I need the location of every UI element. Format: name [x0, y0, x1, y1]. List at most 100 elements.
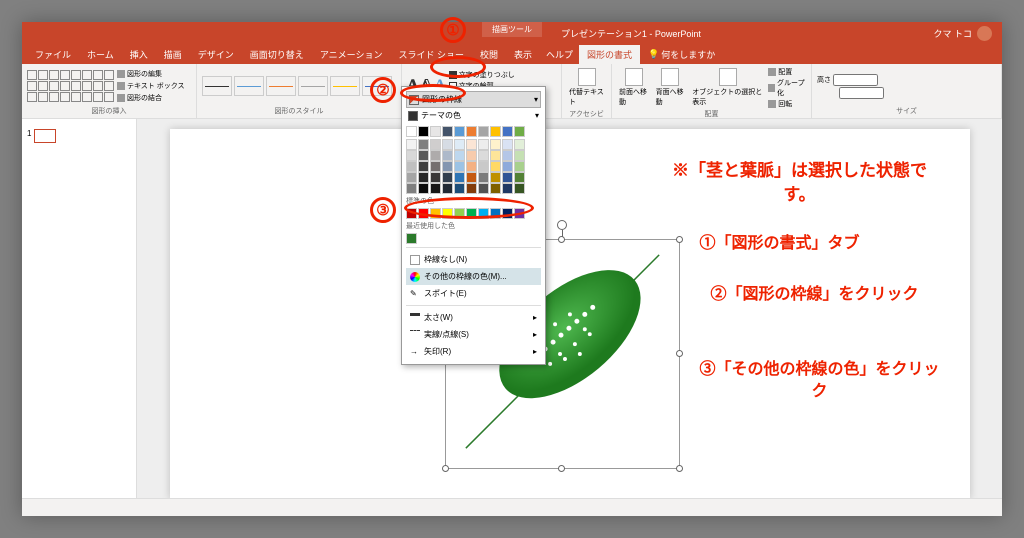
color-swatch[interactable]	[406, 126, 417, 137]
color-swatch[interactable]	[514, 150, 525, 161]
color-swatch[interactable]	[454, 150, 465, 161]
color-swatch[interactable]	[430, 150, 441, 161]
color-swatch[interactable]	[430, 139, 441, 150]
color-swatch[interactable]	[478, 172, 489, 183]
slide-thumbnail-1[interactable]: 1	[27, 129, 131, 143]
shape-styles-gallery[interactable]	[202, 76, 392, 96]
color-swatch[interactable]	[406, 183, 417, 194]
more-outline-colors-item[interactable]: その他の枠線の色(M)...	[406, 268, 541, 285]
color-swatch[interactable]	[430, 126, 441, 137]
color-swatch[interactable]	[466, 150, 477, 161]
color-swatch[interactable]	[406, 139, 417, 150]
tab-file[interactable]: ファイル	[27, 45, 79, 64]
color-swatch[interactable]	[478, 183, 489, 194]
color-swatch[interactable]	[406, 172, 417, 183]
color-swatch[interactable]	[430, 161, 441, 172]
color-swatch[interactable]	[442, 150, 453, 161]
shapes-gallery[interactable]	[27, 70, 114, 102]
color-swatch[interactable]	[406, 161, 417, 172]
color-swatch[interactable]	[502, 126, 513, 137]
color-swatch[interactable]	[490, 126, 501, 137]
color-swatch[interactable]	[430, 183, 441, 194]
color-swatch[interactable]	[454, 126, 465, 137]
color-swatch[interactable]	[418, 183, 429, 194]
color-swatch[interactable]	[466, 172, 477, 183]
rotate-handle[interactable]	[557, 220, 567, 230]
tab-design[interactable]: デザイン	[190, 45, 242, 64]
color-swatch[interactable]	[454, 183, 465, 194]
color-swatch[interactable]	[430, 172, 441, 183]
tab-help[interactable]: ヘルプ	[540, 45, 579, 64]
color-swatch[interactable]	[514, 161, 525, 172]
color-swatch[interactable]	[490, 150, 501, 161]
color-swatch[interactable]	[454, 139, 465, 150]
color-swatch[interactable]	[442, 139, 453, 150]
color-swatch[interactable]	[478, 150, 489, 161]
textbox-button[interactable]: テキスト ボックス	[117, 81, 185, 91]
rotate-button[interactable]: 回転	[768, 99, 806, 109]
tab-transitions[interactable]: 画面切り替え	[242, 45, 312, 64]
weight-item[interactable]: 太さ(W)▸	[406, 309, 541, 326]
height-input[interactable]: 高さ	[817, 74, 884, 86]
tab-animations[interactable]: アニメーション	[312, 45, 391, 64]
avatar[interactable]	[977, 26, 992, 41]
color-swatch[interactable]	[442, 126, 453, 137]
color-swatch[interactable]	[502, 139, 513, 150]
color-swatch[interactable]	[466, 161, 477, 172]
send-backward-button[interactable]: 背面へ移動	[654, 66, 688, 109]
color-swatch[interactable]	[490, 172, 501, 183]
dashes-item[interactable]: 実線/点線(S)▸	[406, 326, 541, 343]
color-swatch[interactable]	[418, 150, 429, 161]
color-swatch[interactable]	[502, 150, 513, 161]
align-button[interactable]: 配置	[768, 67, 806, 77]
group-label-arrange: 配置	[617, 109, 806, 119]
group-button[interactable]: グループ化	[768, 78, 806, 98]
color-swatch[interactable]	[418, 126, 429, 137]
color-swatch[interactable]	[502, 161, 513, 172]
color-swatch[interactable]	[442, 183, 453, 194]
chevron-right-icon: ▸	[533, 347, 537, 356]
color-swatch[interactable]	[490, 161, 501, 172]
color-swatch[interactable]	[466, 183, 477, 194]
bring-forward-button[interactable]: 前面へ移動	[617, 66, 651, 109]
color-swatch[interactable]	[514, 139, 525, 150]
color-swatch[interactable]	[466, 126, 477, 137]
color-swatch[interactable]	[478, 139, 489, 150]
selection-pane-button[interactable]: オブジェクトの選択と表示	[690, 66, 765, 109]
tab-view[interactable]: 表示	[506, 45, 540, 64]
tab-insert[interactable]: 挿入	[122, 45, 156, 64]
arrows-item[interactable]: →矢印(R)▸	[406, 343, 541, 360]
color-swatch[interactable]	[502, 183, 513, 194]
color-swatch[interactable]	[490, 139, 501, 150]
color-swatch[interactable]	[454, 172, 465, 183]
alt-text-button[interactable]: 代替テキスト	[567, 66, 606, 109]
color-swatch[interactable]	[442, 161, 453, 172]
color-swatch[interactable]	[406, 150, 417, 161]
color-swatch[interactable]	[514, 183, 525, 194]
color-swatch[interactable]	[478, 161, 489, 172]
color-swatch[interactable]	[406, 233, 417, 244]
merge-shapes-button[interactable]: 図形の結合	[117, 93, 185, 103]
color-swatch[interactable]	[454, 161, 465, 172]
edit-shape-button[interactable]: 図形の編集	[117, 69, 185, 79]
color-swatch[interactable]	[490, 183, 501, 194]
color-swatch[interactable]	[442, 172, 453, 183]
color-swatch[interactable]	[418, 139, 429, 150]
color-swatch[interactable]	[514, 172, 525, 183]
tab-home[interactable]: ホーム	[79, 45, 122, 64]
color-swatch[interactable]	[466, 139, 477, 150]
slide-canvas[interactable]: ※「茎と葉脈」は選択した状態です。 ①「図形の書式」タブ ②「図形の枠線」をクリ…	[170, 129, 970, 499]
color-swatch[interactable]	[418, 161, 429, 172]
color-swatch[interactable]	[514, 126, 525, 137]
color-swatch[interactable]	[502, 172, 513, 183]
theme-colors-expand[interactable]: テーマの色▾	[406, 108, 541, 123]
tell-me-search[interactable]: 💡何をしますか	[640, 45, 723, 64]
tab-draw[interactable]: 描画	[156, 45, 190, 64]
color-swatch[interactable]	[418, 172, 429, 183]
annotation-step3: ③「その他の枠線の色」をクリック	[695, 359, 945, 404]
width-input[interactable]	[817, 87, 884, 99]
color-swatch[interactable]	[478, 126, 489, 137]
no-outline-item[interactable]: 枠線なし(N)	[406, 251, 541, 268]
eyedropper-item[interactable]: ✎スポイト(E)	[406, 285, 541, 302]
tab-shape-format[interactable]: 図形の書式	[579, 45, 640, 64]
